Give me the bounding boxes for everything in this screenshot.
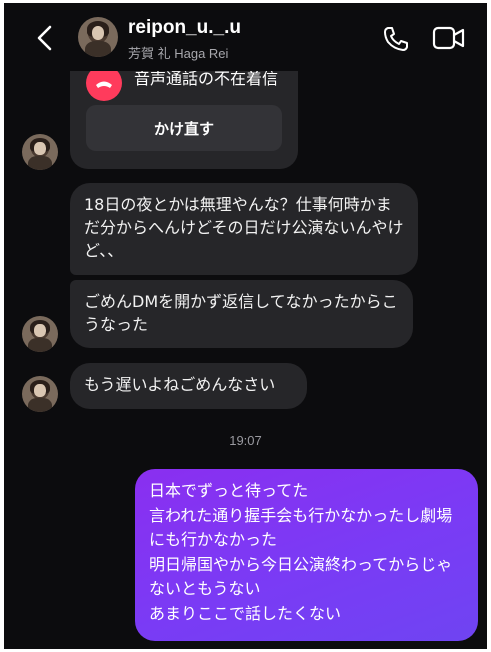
message-bubble[interactable]: 18日の夜とかは無理やんな？仕事何時かまだ分からへんけどその日だけ公演ないんやけ…: [70, 183, 418, 275]
call-back-button[interactable]: かけ直す: [86, 105, 282, 151]
username[interactable]: reipon_u._.u: [128, 17, 241, 39]
message-bubble[interactable]: もう遅いよねごめんなさい: [70, 363, 307, 409]
sent-message-bubble[interactable]: 日本でずっと待ってた 言われた通り握手会も行かなかったし劇場にも行かなかった 明…: [135, 469, 478, 641]
display-name: 芳賀 礼 Haga Rei: [128, 46, 229, 61]
message-timestamp: 19:07: [229, 433, 262, 448]
sender-avatar[interactable]: [22, 316, 58, 352]
sender-avatar[interactable]: [22, 134, 58, 170]
message-bubble[interactable]: ごめんDMを開かず返信してなかったからこうなった: [70, 280, 413, 348]
sender-avatar[interactable]: [22, 376, 58, 412]
chat-screen: 音声通話の不在着信 かけ直す 18日の夜とかは無理やんな？仕事何時かまだ分からへ…: [4, 3, 487, 649]
video-camera-icon[interactable]: [432, 25, 466, 51]
back-icon[interactable]: [34, 23, 56, 53]
phone-icon[interactable]: [382, 25, 410, 53]
chat-header: reipon_u._.u 芳賀 礼 Haga Rei: [4, 3, 487, 71]
profile-avatar[interactable]: [78, 17, 118, 57]
